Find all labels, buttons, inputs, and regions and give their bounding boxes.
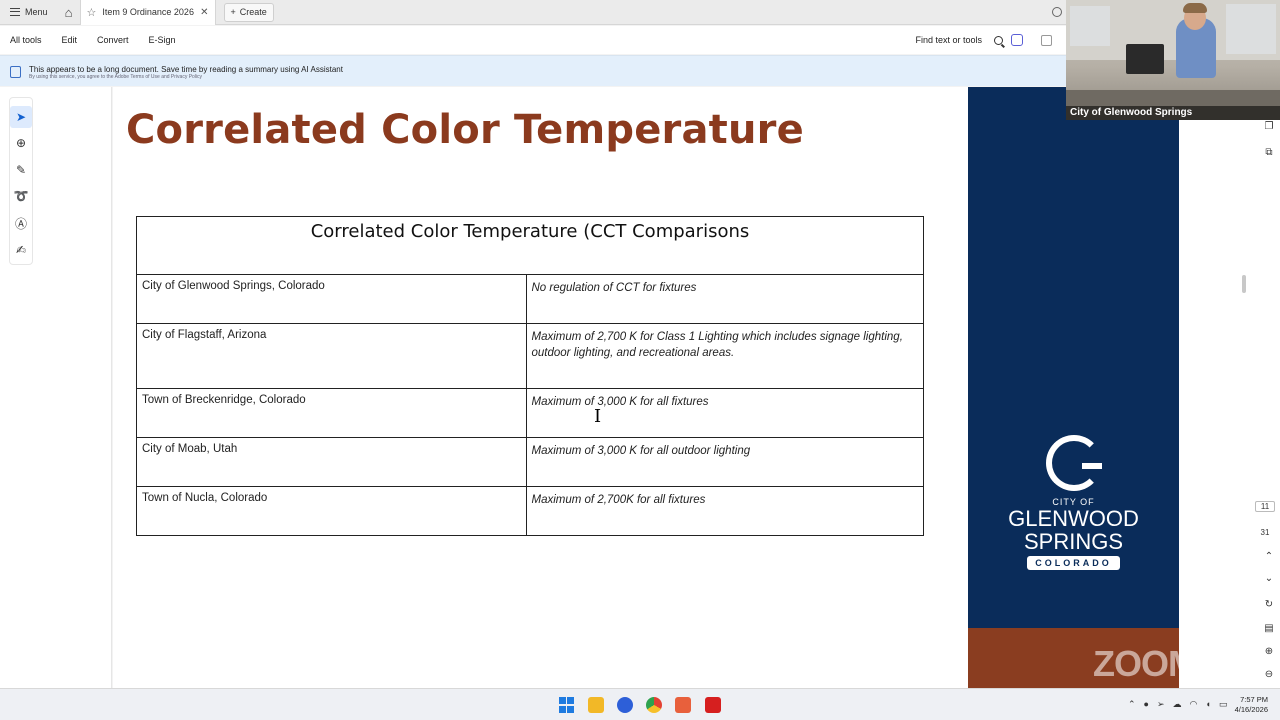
hamburger-icon (10, 8, 20, 16)
page-down-icon[interactable]: ⌄ (1263, 573, 1275, 585)
home-icon[interactable]: ⌂ (58, 0, 80, 25)
table-cell-rule: Maximum of 2,700K for all fixtures (525, 486, 924, 536)
close-tab-icon[interactable]: ✕ (200, 7, 208, 18)
document-tab-title: Item 9 Ordinance 2026-... (102, 7, 194, 17)
taskbar: ⌃ ● ➢ ☁ ◠ ◖ ▭ 7:57 PM 4/16/2026 (0, 688, 1280, 720)
right-sidebar: ❐ ⧉ 11 31 ⌃ ⌄ ↻ ▤ ⊕ ⊖ (1179, 87, 1280, 688)
esign-button[interactable]: E-Sign (139, 35, 186, 45)
menu-button[interactable]: Menu (0, 0, 58, 25)
system-tray: ⌃ ● ➢ ☁ ◠ ◖ ▭ (1128, 699, 1227, 710)
table-row: City of Moab, Utah Maximum of 3,000 K fo… (136, 437, 924, 487)
file-explorer-icon[interactable] (588, 697, 604, 713)
banner-text[interactable]: This appears to be a long document. Save… (29, 65, 343, 74)
app-window: Menu ⌂ ☆ Item 9 Ordinance 2026-... ✕ + C… (0, 0, 1280, 720)
table-cell-rule: Maximum of 3,000 K for all outdoor light… (525, 437, 924, 487)
cloud-icon[interactable]: ☁ (1173, 699, 1182, 710)
star-icon[interactable]: ☆ (87, 6, 97, 19)
current-page-field[interactable]: 11 (1255, 501, 1275, 512)
table-cell-place: City of Moab, Utah (136, 437, 527, 487)
page-up-icon[interactable]: ⌃ (1263, 551, 1275, 563)
table-header: Correlated Color Temperature (CCT Compar… (136, 216, 924, 275)
menu-label: Menu (25, 7, 48, 17)
rotate-icon[interactable]: ↻ (1263, 599, 1275, 611)
zoom-app-icon[interactable] (617, 697, 633, 713)
table-row: City of Flagstaff, Arizona Maximum of 2,… (136, 323, 924, 389)
clock-date: 4/16/2026 (1234, 705, 1268, 714)
pencil-icon[interactable]: ✎ (10, 159, 32, 181)
slide-title: Correlated Color Temperature (126, 107, 804, 153)
webcam-person-hair (1183, 3, 1207, 13)
table-row: Town of Breckenridge, Colorado Maximum o… (136, 388, 924, 438)
app-icon[interactable] (675, 697, 691, 713)
table-row: City of Glenwood Springs, Colorado No re… (136, 274, 924, 324)
sign-icon[interactable]: ✍ (10, 239, 32, 261)
table-cell-rule: Maximum of 2,700 K for Class 1 Lighting … (525, 323, 924, 389)
zoom-icon[interactable]: ⊕ (10, 132, 32, 154)
wifi-icon[interactable]: ◠ (1190, 699, 1198, 710)
table-cell-rule: Maximum of 3,000 K for all fixtures (525, 388, 924, 438)
table-cell-place: Town of Nucla, Colorado (136, 486, 527, 536)
fit-page-icon[interactable]: ▤ (1263, 623, 1275, 635)
acrobat-icon[interactable] (705, 697, 721, 713)
zoom-out-icon[interactable]: ⊖ (1263, 669, 1275, 681)
table-row: Town of Nucla, Colorado Maximum of 2,700… (136, 486, 924, 536)
zoom-in-icon[interactable]: ⊕ (1263, 646, 1275, 658)
cct-comparison-table: Correlated Color Temperature (CCT Compar… (136, 216, 924, 536)
clock-time: 7:57 PM (1240, 695, 1268, 704)
table-cell-place: Town of Breckenridge, Colorado (136, 388, 527, 438)
convert-button[interactable]: Convert (87, 35, 139, 45)
pages-icon[interactable]: ⧉ (1263, 147, 1275, 159)
webcam-window (1226, 4, 1276, 54)
find-text-or-tools[interactable]: Find text or tools (915, 35, 982, 45)
webcam-video: City of Glenwood Springs (1066, 0, 1280, 120)
account-icon[interactable] (1052, 7, 1062, 17)
logo-line-2: GLENWOOD (1008, 506, 1139, 531)
logo-line-4: COLORADO (1027, 556, 1120, 570)
ai-assistant-banner: This appears to be a long document. Save… (0, 55, 1066, 86)
document-summary-icon (10, 66, 21, 78)
tab-bar: Menu ⌂ ☆ Item 9 Ordinance 2026-... ✕ + C… (0, 0, 1066, 25)
table-cell-place: City of Glenwood Springs, Colorado (136, 274, 527, 324)
total-pages: 31 (1260, 528, 1270, 537)
chrome-icon[interactable] (646, 697, 662, 713)
text-cursor-icon: I (594, 406, 602, 427)
logo-line-3: SPRINGS (1023, 529, 1124, 554)
all-tools-button[interactable]: All tools (0, 35, 52, 45)
webcam-monitor (1126, 44, 1164, 74)
scrollbar-thumb[interactable] (1242, 275, 1246, 293)
save-icon[interactable] (1041, 34, 1052, 46)
tool-rail: ➤ ⊕ ✎ ➰ Ⓐ ✍ (0, 87, 112, 688)
lasso-icon[interactable]: ➰ (10, 185, 32, 207)
bookmark-icon[interactable]: ❐ (1263, 121, 1275, 133)
text-select-icon[interactable]: Ⓐ (10, 212, 32, 234)
ai-assistant-icon[interactable] (1011, 34, 1023, 46)
document-tab[interactable]: ☆ Item 9 Ordinance 2026-... ✕ (79, 0, 216, 25)
city-g-logo-icon (1045, 435, 1102, 491)
create-label: Create (239, 7, 267, 17)
plus-icon: + (230, 7, 236, 17)
banner-subtext: By using this service, you agree to the … (29, 74, 203, 80)
webcam-label: City of Glenwood Springs (1066, 106, 1280, 120)
search-icon[interactable] (994, 35, 1003, 45)
table-cell-place: City of Flagstaff, Arizona (136, 323, 527, 389)
chevron-up-icon[interactable]: ⌃ (1128, 699, 1136, 710)
main-toolbar: All tools Edit Convert E-Sign Find text … (0, 26, 1066, 54)
webcam-window (1070, 6, 1110, 46)
tray-app-icon[interactable]: ● (1144, 699, 1149, 710)
system-clock[interactable]: 7:57 PM 4/16/2026 (1228, 695, 1268, 715)
send-icon[interactable]: ➢ (1157, 699, 1165, 710)
document-page: Correlated Color Temperature Correlated … (113, 87, 968, 688)
windows-start-icon[interactable] (559, 697, 575, 713)
volume-icon[interactable]: ◖ (1205, 699, 1210, 710)
create-button[interactable]: + Create (223, 2, 274, 22)
table-cell-rule: No regulation of CCT for fixtures (525, 274, 924, 324)
edit-button[interactable]: Edit (52, 35, 88, 45)
battery-icon[interactable]: ▭ (1219, 699, 1228, 710)
city-logo: CITY OF GLENWOOD SPRINGS COLORADO (968, 435, 1179, 595)
select-cursor-icon[interactable]: ➤ (10, 106, 32, 128)
